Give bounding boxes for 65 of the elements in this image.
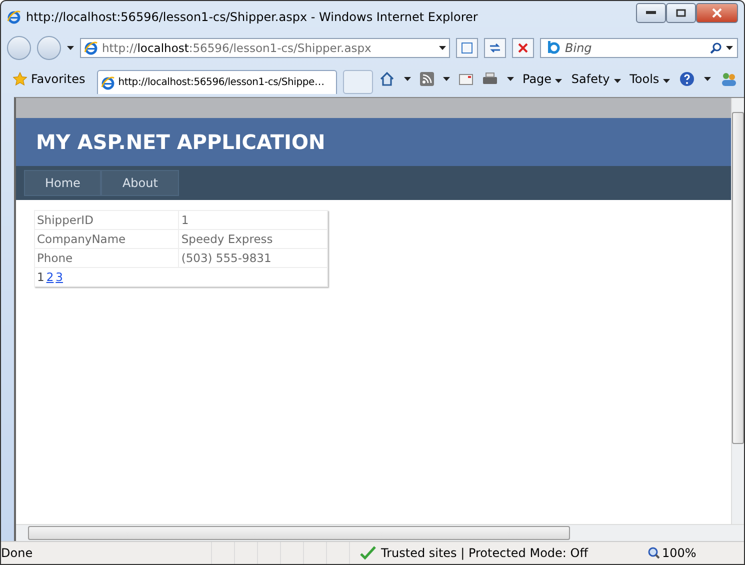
caret-icon[interactable] [704, 77, 711, 81]
favorites-button[interactable]: Favorites [7, 72, 92, 86]
current-page-number[interactable]: 1 [37, 270, 44, 284]
command-menu[interactable]: Tools [630, 72, 670, 86]
vertical-scrollbar[interactable] [731, 98, 744, 524]
zoom-button[interactable]: 100% [600, 546, 696, 560]
compatibility-view-button[interactable] [456, 38, 478, 58]
page-link[interactable]: 3 [56, 270, 63, 284]
people-icon[interactable] [720, 71, 738, 87]
caret-icon[interactable] [555, 79, 562, 83]
stop-button[interactable] [512, 38, 534, 58]
caret-icon[interactable] [726, 46, 733, 50]
page-link[interactable]: 2 [46, 270, 54, 284]
site-title: MY ASP.NET APPLICATION [36, 130, 326, 154]
ie-logo-icon [101, 76, 116, 90]
refresh-icon [489, 43, 501, 53]
ie-logo-icon [84, 41, 98, 55]
horizontal-scrollbar[interactable] [16, 524, 744, 541]
search-placeholder: Bing [565, 41, 593, 55]
feed-icon[interactable] [420, 72, 434, 86]
field-name-cell: Phone [34, 248, 179, 268]
stop-icon [518, 43, 528, 53]
checkmark-icon [360, 546, 376, 560]
ie-logo-icon [7, 10, 21, 24]
refresh-button[interactable] [484, 38, 506, 58]
url-text: http://localhost:56596/lesson1-cs/Shipper.aspx [102, 41, 372, 55]
home-icon[interactable] [378, 71, 394, 87]
nav-menu-item[interactable]: About [101, 170, 179, 196]
search-field[interactable]: Bing [540, 38, 738, 58]
field-name-cell: CompanyName [34, 230, 179, 248]
page-icon [461, 42, 473, 54]
caret-icon[interactable] [663, 79, 670, 83]
caret-icon[interactable] [442, 77, 450, 81]
star-icon [13, 72, 27, 86]
caret-icon[interactable] [67, 46, 74, 50]
field-value-cell: (503) 555-9831 [178, 248, 328, 268]
caret-icon[interactable] [404, 77, 410, 81]
browser-tab[interactable]: http://localhost:56596/lesson1-cs/Shippe… [97, 70, 337, 94]
window-title: http://localhost:56596/lesson1-cs/Shipper.aspx - Windows Internet Explorer [26, 10, 479, 24]
address-field[interactable]: http://localhost:56596/lesson1-cs/Shipper.aspx [80, 38, 450, 58]
minimize-icon [646, 11, 656, 15]
magnifier-icon [648, 547, 660, 559]
scroll-thumb[interactable] [732, 112, 744, 444]
caret-icon[interactable] [439, 46, 446, 50]
field-value-cell: 1 [178, 210, 328, 230]
command-menu[interactable]: Safety [571, 72, 621, 86]
minimize-button[interactable] [636, 3, 666, 23]
search-icon[interactable] [710, 42, 722, 54]
caret-icon[interactable] [506, 77, 514, 81]
security-zone-text: Trusted sites | Protected Mode: Off [381, 546, 588, 560]
close-button[interactable] [696, 3, 738, 23]
maximize-icon [676, 9, 686, 17]
field-value-cell: Speedy Express [178, 230, 328, 248]
help-icon[interactable] [679, 71, 695, 87]
printer-icon[interactable] [482, 72, 498, 86]
close-icon [712, 8, 722, 18]
status-text: Done [1, 546, 34, 560]
scroll-thumb[interactable] [28, 526, 570, 540]
maximize-button[interactable] [666, 3, 696, 23]
bing-logo-icon [545, 41, 561, 55]
field-name-cell: ShipperID [34, 210, 179, 230]
command-menu[interactable]: Page [522, 72, 562, 86]
mail-icon[interactable] [458, 74, 472, 84]
nav-menu-item[interactable]: Home [24, 170, 102, 196]
caret-icon[interactable] [614, 79, 621, 83]
